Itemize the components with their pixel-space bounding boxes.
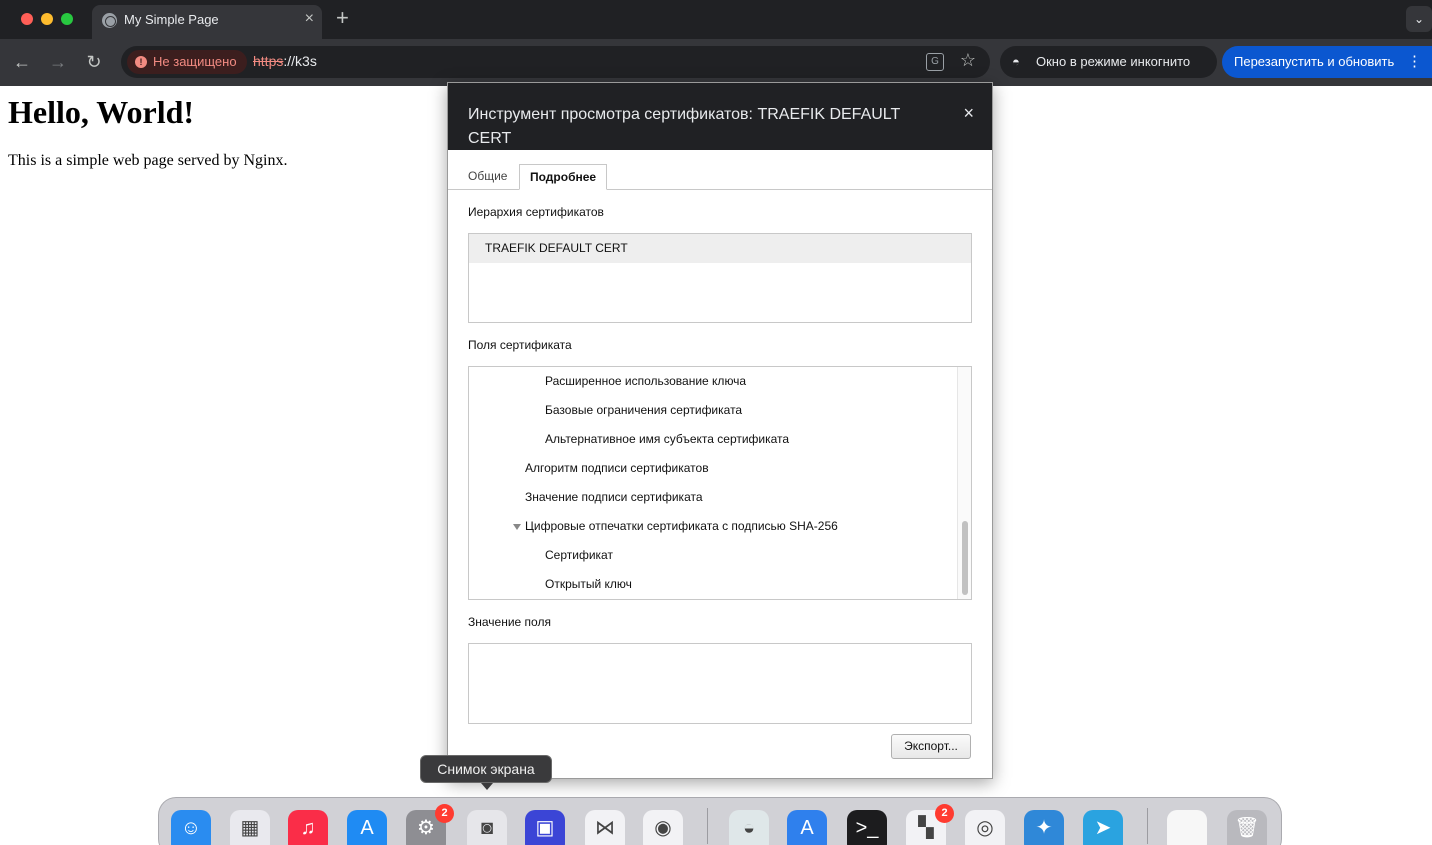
url-scheme: https [253,53,284,69]
launchpad-icon[interactable]: ▦ [230,810,270,845]
close-window-button[interactable] [21,13,33,25]
screenshot-icon[interactable]: ◙ [467,810,507,845]
chrome-icon[interactable]: ◉ [643,810,683,845]
tab-details[interactable]: Подробнее [519,164,608,190]
page-paragraph: This is a simple web page served by Ngin… [8,152,288,169]
field-row[interactable]: Альтернативное имя субъекта сертификата [545,425,789,454]
fields-scrollbar[interactable] [957,367,971,599]
notification-badge: 2 [935,804,954,823]
field-row[interactable]: Значение подписи сертификата [525,483,703,512]
browser-tab-bar: My Simple Page × + ⌄ [0,0,1432,39]
vpn-icon[interactable]: ◎ [965,810,1005,845]
warning-icon: ! [135,56,147,68]
ai-assistant-glyph: A [800,817,814,839]
disk-app-icon[interactable]: ◒ [729,810,769,845]
page-heading: Hello, World! [8,94,195,130]
terminal-glyph: >_ [855,817,879,839]
export-button[interactable]: Экспорт... [891,734,971,759]
forward-button[interactable]: → [47,51,69,73]
microsoft-icon[interactable]: ▚ 2 [906,804,954,845]
field-row[interactable]: Сертификат [545,541,613,570]
security-chip[interactable]: ! Не защищено [127,50,247,74]
field-row[interactable]: Базовые ограничения сертификата [545,396,742,425]
back-button[interactable]: ← [11,51,33,73]
address-bar[interactable]: ! Не защищено https://k3s G ☆ [121,46,990,78]
document-icon[interactable] [1167,810,1207,845]
url-host: ://k3s [283,53,317,69]
tab-close-icon[interactable]: × [305,10,314,28]
close-icon[interactable]: × [963,103,974,124]
field-row[interactable]: Расширенное использование ключа [545,367,746,396]
terminal-icon[interactable]: >_ [847,810,887,845]
launchpad-glyph: ▦ [240,817,260,839]
vscode-glyph: ⋈ [595,817,615,839]
minimize-window-button[interactable] [41,13,53,25]
field-row[interactable]: Цифровые отпечатки сертификата с подпись… [525,512,838,541]
finder-icon[interactable]: ☺ [171,810,211,845]
tab-general[interactable]: Общие [468,164,507,190]
ai-assistant-icon[interactable]: A [787,810,827,845]
reload-button[interactable]: ↻ [83,51,105,73]
app-store-glyph: A [360,817,374,839]
field-row[interactable]: Алгоритм подписи сертификатов [525,454,709,483]
trash-glyph: 🗑 [1234,817,1260,839]
browser-toolbar: ← → ↻ ! Не защищено https://k3s G ☆ ◓ Ок… [0,39,1432,86]
certificate-viewer-dialog: Инструмент просмотра сертификатов: TRAEF… [447,82,993,779]
dock-tooltip: Снимок экрана [420,755,552,790]
music-icon[interactable]: ♫ [288,810,328,845]
hierarchy-label: Иерархия сертификатов [468,205,604,219]
security-label: Не защищено [153,54,237,69]
more-menu-icon[interactable]: ⋮ [1407,52,1422,70]
new-tab-button[interactable]: + [336,7,349,29]
scrollbar-thumb[interactable] [962,521,968,595]
telegram-glyph: ➤ [1094,817,1112,839]
system-settings-icon[interactable]: ⚙ 2 [406,804,454,845]
vscode-icon[interactable]: ⋈ [585,810,625,845]
translate-icon[interactable]: G [926,53,944,71]
expand-triangle-icon[interactable] [513,524,521,530]
incognito-indicator[interactable]: ◓ Окно в режиме инкогнито [1000,46,1217,78]
app-store-icon[interactable]: A [347,810,387,845]
restart-update-button[interactable]: Перезапустить и обновить ⋮ [1222,46,1432,78]
browser-tab[interactable]: My Simple Page × [92,5,322,39]
incognito-icon: ◓ [1012,54,1020,69]
screenshot-glyph: ◙ [480,817,494,839]
tab-title: My Simple Page [124,12,219,27]
telegram-icon[interactable]: ➤ [1083,810,1123,845]
bookmark-star-icon[interactable]: ☆ [960,50,976,71]
dock-separator [1147,808,1148,844]
tab-search-button[interactable]: ⌄ [1406,6,1432,32]
field-value-label: Значение поля [468,615,551,629]
url-text[interactable]: https://k3s [253,53,317,69]
field-value-textarea[interactable] [468,643,972,724]
music-glyph: ♫ [300,817,316,839]
preview-icon[interactable]: ✦ [1024,810,1064,845]
zoom-window-button[interactable] [61,13,73,25]
vpn-glyph: ◎ [976,817,994,839]
chrome-glyph: ◉ [654,817,672,839]
ai-app-icon[interactable]: ▣ [525,810,565,845]
dock-separator [707,808,708,844]
restart-update-label: Перезапустить и обновить [1234,54,1395,69]
hierarchy-item[interactable]: TRAEFIK DEFAULT CERT [469,234,971,263]
incognito-label: Окно в режиме инкогнито [1036,54,1191,69]
globe-icon [102,13,117,28]
preview-glyph: ✦ [1035,817,1053,839]
certificate-fields-tree: Расширенное использование ключа Базовые … [468,366,972,600]
disk-app-glyph: ◒ [742,817,756,839]
fields-label: Поля сертификата [468,338,572,352]
trash-icon[interactable]: 🗑 [1227,810,1267,845]
dialog-tabs: Общие Подробнее [448,150,992,190]
finder-glyph: ☺ [180,817,202,839]
dialog-header: Инструмент просмотра сертификатов: TRAEF… [448,83,992,150]
ai-app-glyph: ▣ [535,817,555,839]
notification-badge: 2 [435,804,454,823]
dialog-title: Инструмент просмотра сертификатов: TRAEF… [468,106,900,147]
field-row[interactable]: Открытый ключ [545,570,632,599]
certificate-hierarchy-list: TRAEFIK DEFAULT CERT [468,233,972,323]
macos-dock: ☺ ▦ ♫ A ⚙ 2 ◙ ▣ ⋈ ◉ ◒ A >_ ▚ 2 ◎ ✦ ➤ 🗑 [158,797,1282,845]
